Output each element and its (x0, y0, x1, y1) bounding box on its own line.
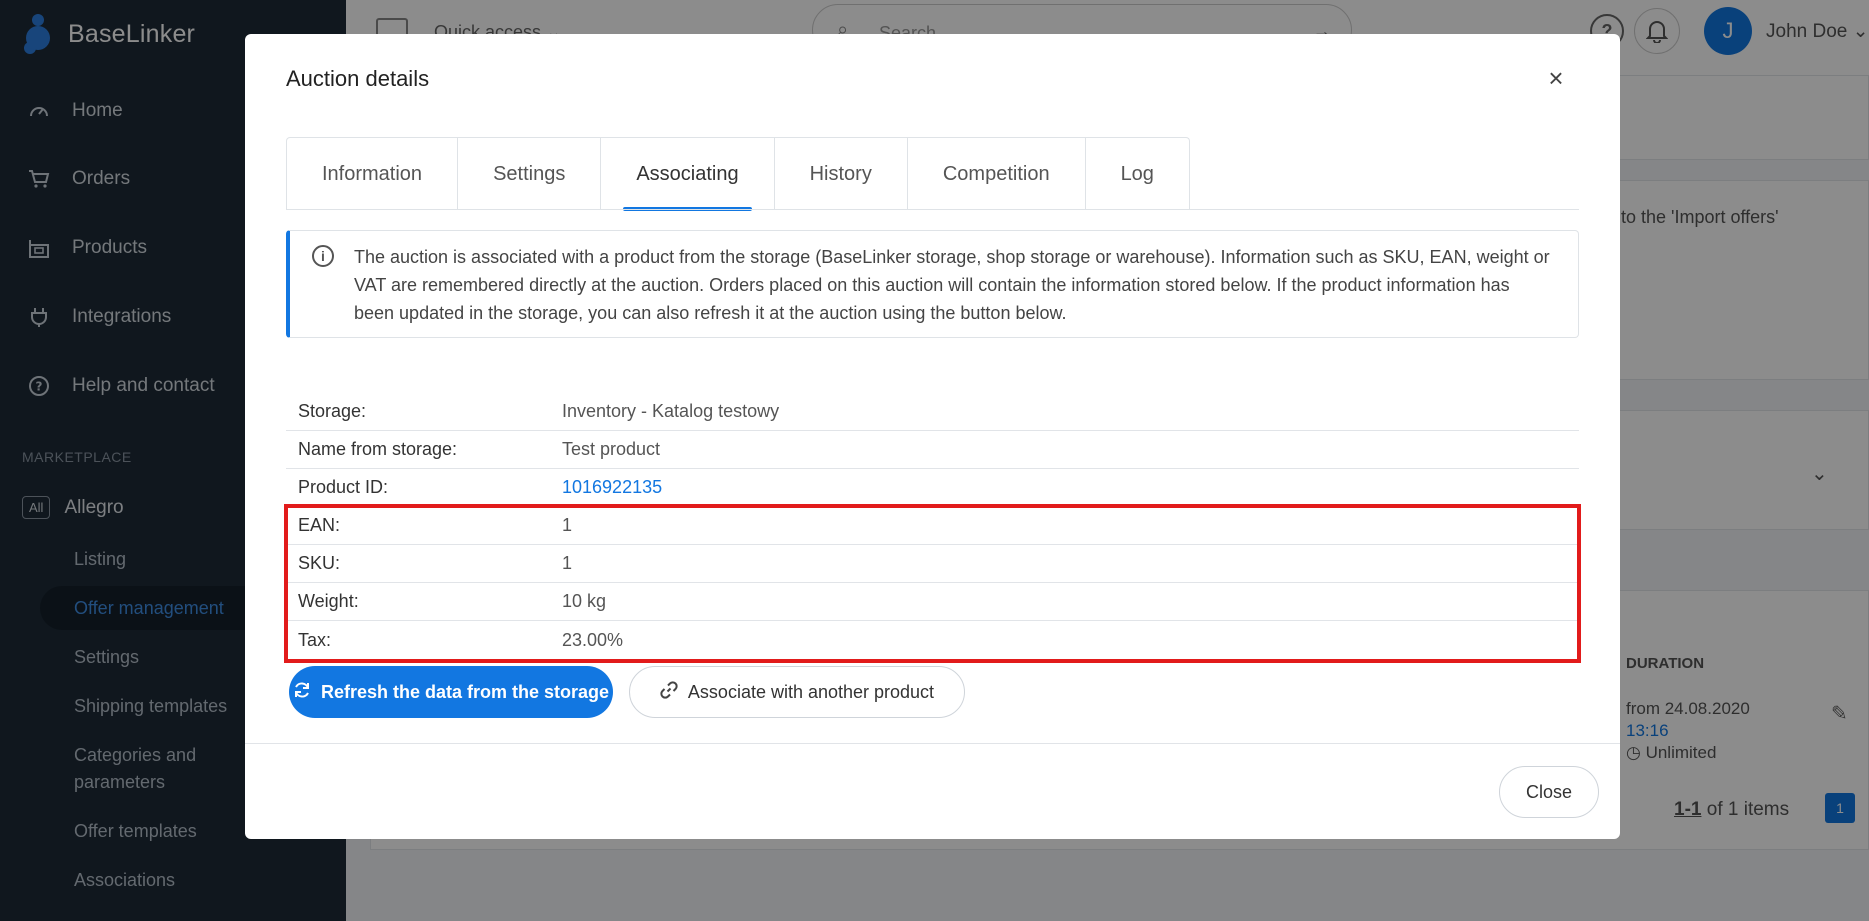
tab-history[interactable]: History (775, 138, 908, 210)
close-icon[interactable]: × (1542, 63, 1570, 93)
detail-value: Test product (562, 439, 661, 459)
button-label: Associate with another product (687, 681, 935, 702)
tab-settings[interactable]: Settings (458, 138, 602, 210)
tab-associating[interactable]: Associating (601, 138, 775, 211)
info-alert: i The auction is associated with a produ… (286, 230, 1579, 338)
button-label: Refresh the data from the storage (320, 681, 610, 702)
tabs-divider (286, 209, 1579, 210)
refresh-icon (293, 681, 311, 704)
detail-key: Name from storage: (298, 439, 458, 459)
tab-bar: Information Settings Associating History… (286, 137, 1190, 211)
detail-key: Product ID: (298, 477, 389, 497)
tab-log[interactable]: Log (1086, 138, 1189, 210)
tab-competition[interactable]: Competition (908, 138, 1086, 210)
info-text: The auction is associated with a product… (354, 247, 1550, 323)
info-icon: i (312, 245, 334, 267)
detail-value: Inventory - Katalog testowy (562, 401, 780, 421)
auction-details-modal: Auction details × Information Settings A… (245, 34, 1620, 839)
footer-divider (245, 743, 1620, 744)
modal-title: Auction details (286, 66, 430, 91)
refresh-data-button[interactable]: Refresh the data from the storage (289, 666, 613, 718)
table-row: Storage: Inventory - Katalog testowy (286, 393, 1579, 431)
table-row: Product ID: 1016922135 (286, 469, 1579, 507)
tab-information[interactable]: Information (287, 138, 459, 210)
close-button[interactable]: Close (1499, 766, 1599, 818)
table-row: Name from storage: Test product (286, 431, 1579, 469)
highlight-box (284, 504, 1581, 663)
product-id-link[interactable]: 1016922135 (562, 477, 662, 498)
detail-key: Storage: (298, 401, 367, 421)
associate-product-button[interactable]: Associate with another product (629, 666, 965, 718)
link-icon (660, 680, 678, 704)
